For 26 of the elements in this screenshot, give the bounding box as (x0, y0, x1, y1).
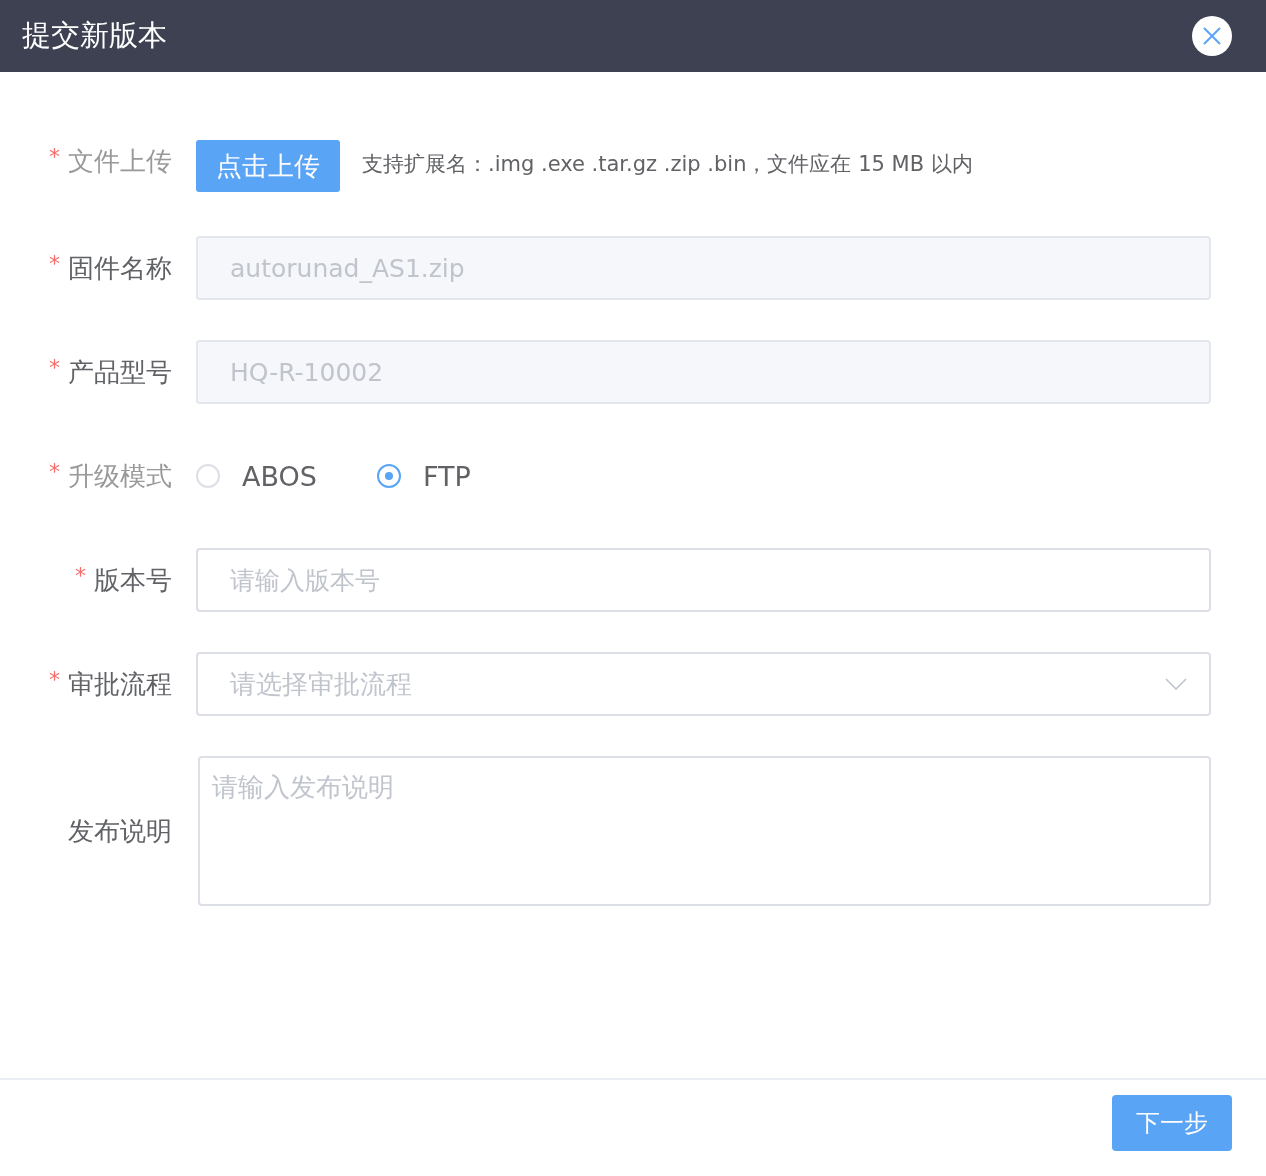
field-label: 文件上传 (68, 145, 172, 178)
required-mark: * (49, 666, 60, 692)
field-label: 固件名称 (68, 251, 172, 285)
field-label: 升级模式 (68, 459, 172, 493)
required-mark: * (49, 250, 60, 276)
field-label: 审批流程 (68, 667, 172, 701)
field-label: 版本号 (94, 563, 172, 597)
chevron-down-icon (1165, 678, 1187, 690)
text-area[interactable]: 请输入发布说明 (198, 756, 1211, 906)
field-label: 产品型号 (68, 355, 172, 389)
upload-hint: 支持扩展名：.img .exe .tar.gz .zip .bin，文件应在 15 MB 以内 (362, 151, 973, 178)
required-mark: * (49, 458, 60, 484)
dialog-title: 提交新版本 (22, 17, 167, 54)
close-button[interactable] (1192, 16, 1232, 56)
radio-option[interactable]: FTP (376, 460, 471, 492)
text-field[interactable]: 请输入版本号 (196, 548, 1211, 612)
radio-option[interactable]: ABOS (196, 460, 317, 492)
field-label: 发布说明 (68, 814, 172, 848)
select-field[interactable]: 请选择审批流程 (196, 652, 1211, 716)
required-mark: * (75, 562, 86, 588)
required-mark: * (49, 144, 60, 169)
upload-button[interactable]: 点击上传 (196, 140, 340, 192)
close-icon (1202, 26, 1222, 46)
radio-button[interactable] (376, 464, 401, 488)
next-button[interactable]: 下一步 (1112, 1095, 1232, 1151)
required-mark: * (49, 354, 60, 380)
